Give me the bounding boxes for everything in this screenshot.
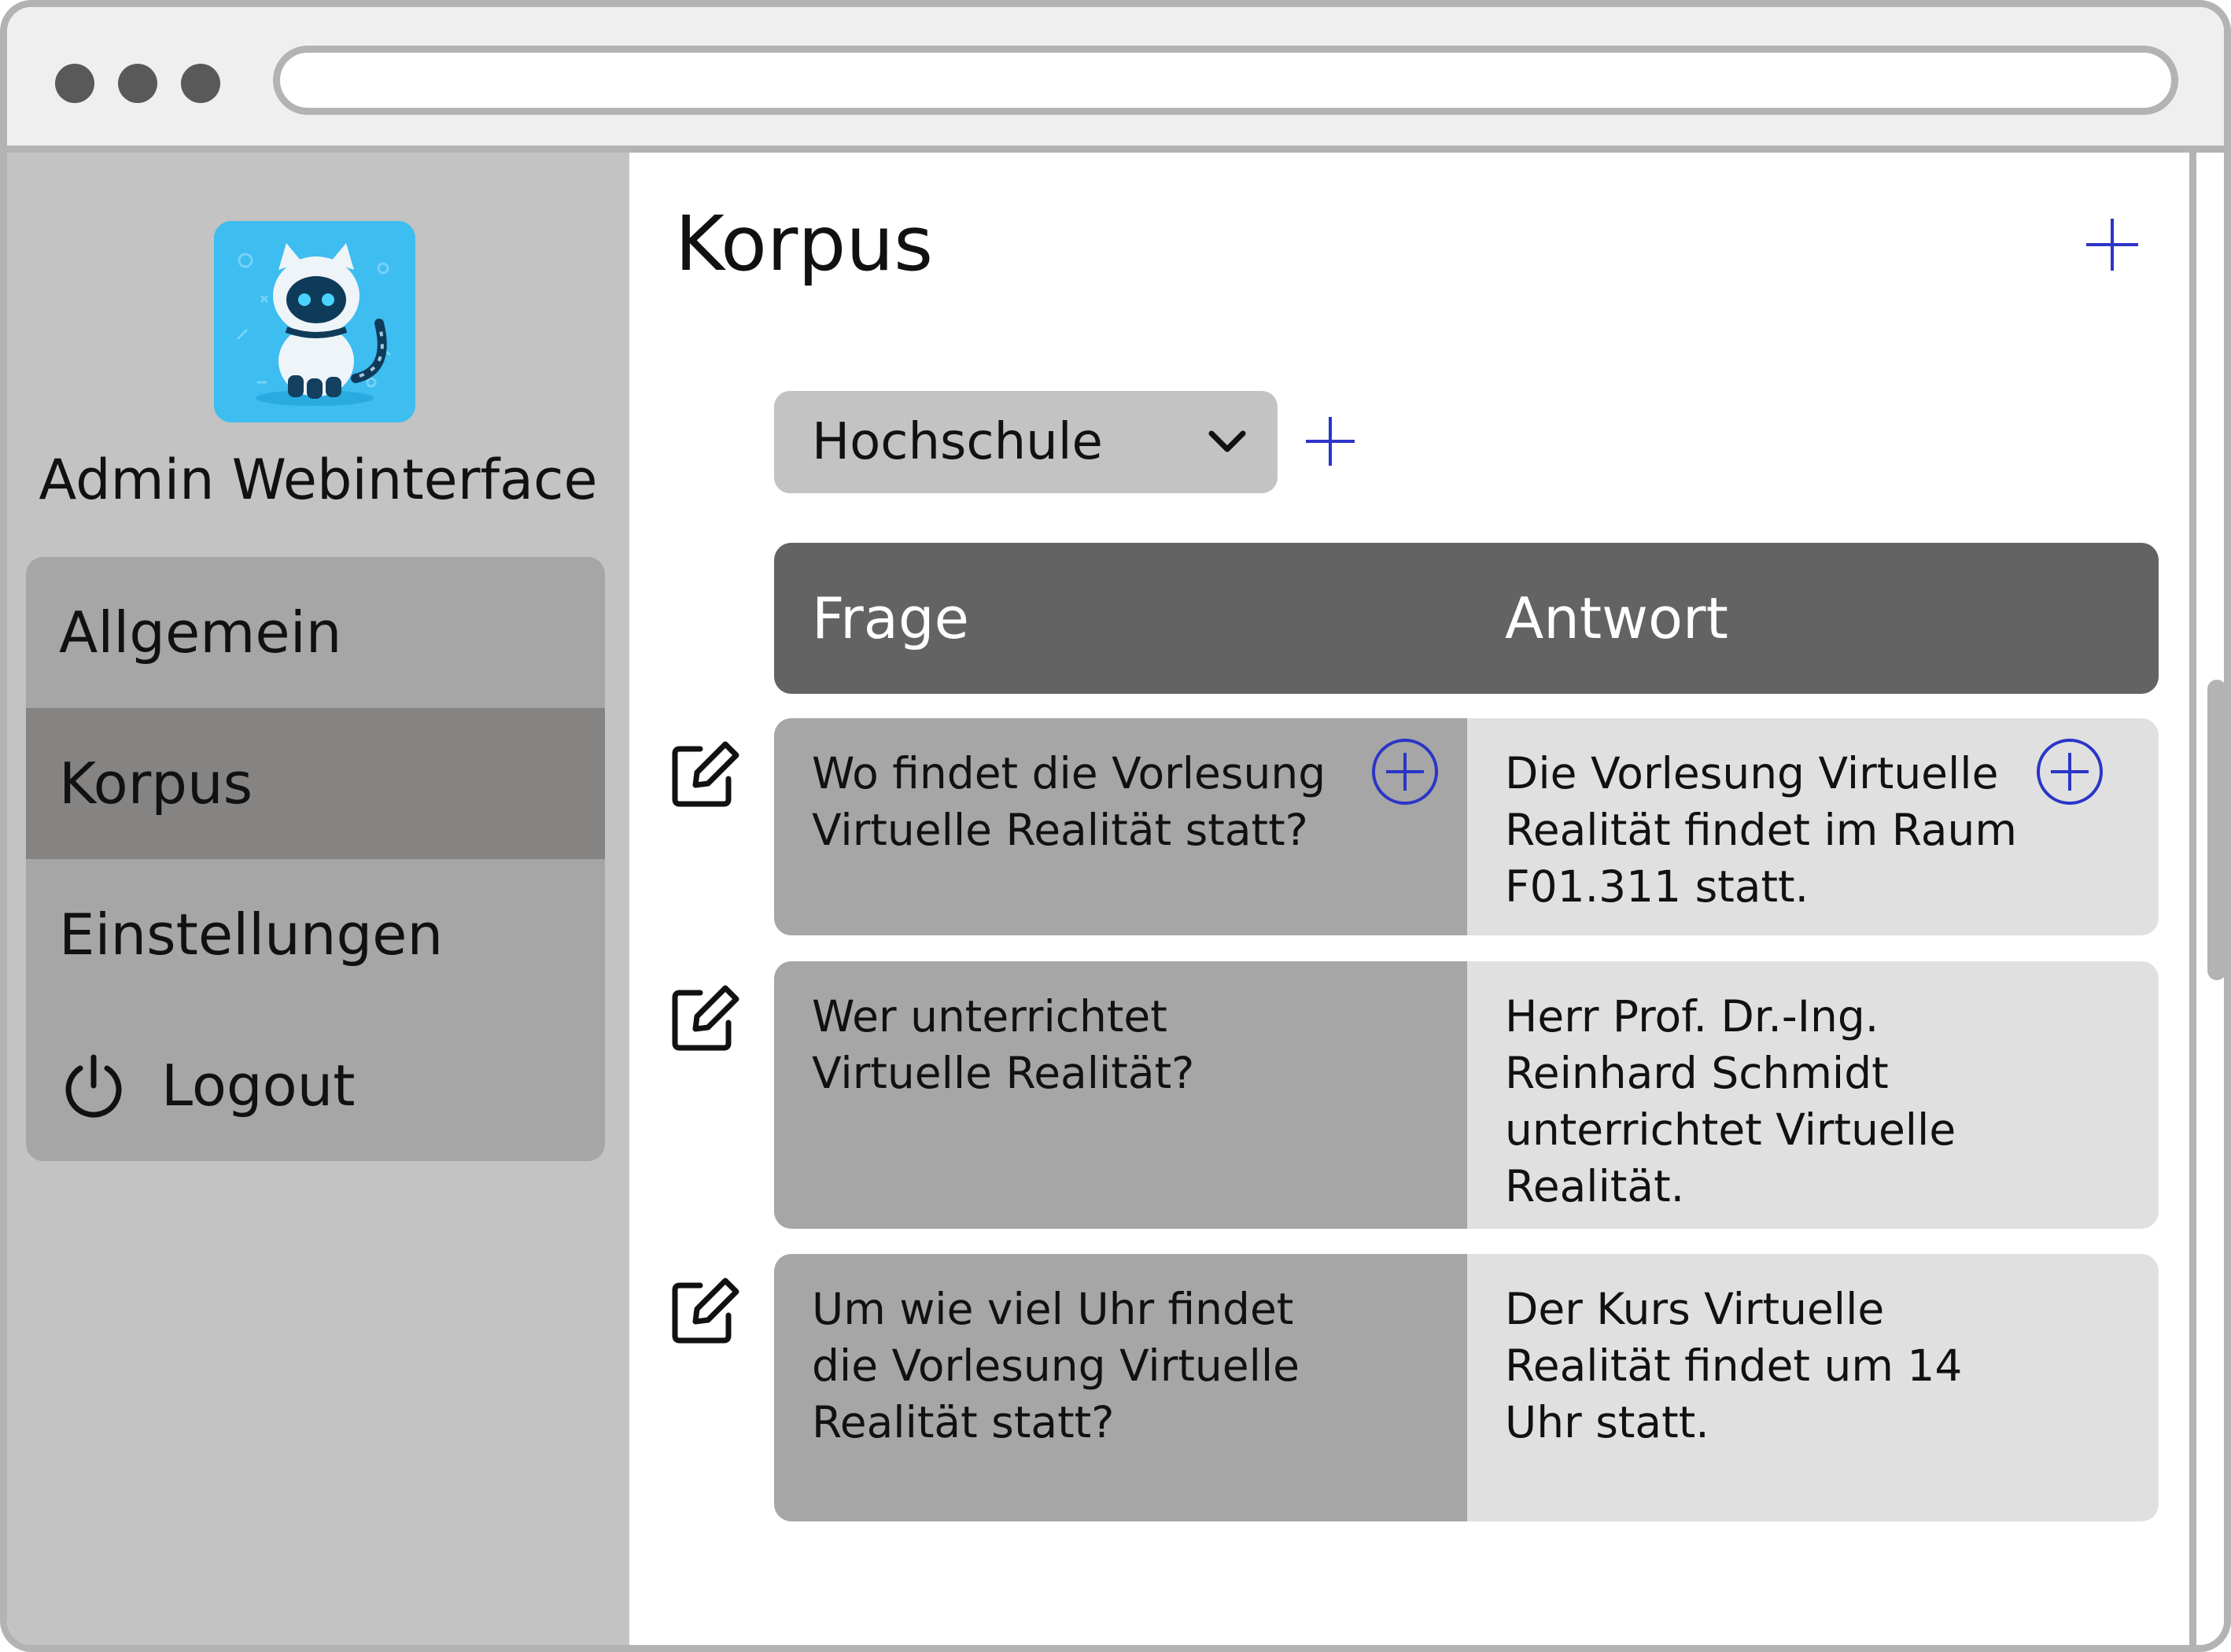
answer-cell[interactable]: Der Kurs Virtuelle Realität findet um 14… (1467, 1254, 2159, 1521)
sidebar-item-allgemein[interactable]: Allgemein (26, 557, 605, 708)
add-category-button[interactable] (1304, 415, 1356, 467)
vertical-scrollbar[interactable] (2189, 153, 2224, 1645)
answer-cell[interactable]: Die Vorlesung Virtuelle Realität findet … (1467, 718, 2159, 935)
category-selected-value: Hochschule (812, 413, 1103, 471)
scrollbar-thumb[interactable] (2207, 680, 2224, 980)
add-entry-button[interactable] (2085, 217, 2140, 272)
question-cell[interactable]: Um wie viel Uhr findet die Vorlesung Vir… (774, 1254, 1467, 1521)
add-answer-variant-button[interactable] (2035, 737, 2104, 806)
question-text: Wer unterrichtet Virtuelle Realität? (812, 991, 1195, 1098)
sidebar-item-label: Einstellungen (59, 902, 444, 968)
category-select[interactable]: Hochschule (774, 391, 1278, 493)
plus-icon (2086, 219, 2138, 271)
browser-window: Admin Webinterface Allgemein Korpus Eins… (0, 0, 2231, 1652)
sidebar-item-label: Logout (161, 1053, 356, 1119)
circle-plus-icon (2037, 739, 2103, 805)
answer-text: Der Kurs Virtuelle Realität findet um 14… (1505, 1284, 1963, 1447)
sidebar: Admin Webinterface Allgemein Korpus Eins… (7, 153, 629, 1645)
answer-cell[interactable]: Herr Prof. Dr.-Ing. Reinhard Schmidt unt… (1467, 961, 2159, 1229)
window-maximize-dot[interactable] (181, 64, 220, 103)
answer-text: Herr Prof. Dr.-Ing. Reinhard Schmidt unt… (1505, 991, 1956, 1211)
sidebar-item-label: Allgemein (59, 599, 342, 666)
edit-icon[interactable] (669, 980, 741, 1053)
sidebar-item-logout[interactable]: Logout (26, 1010, 605, 1161)
main-content: Korpus Hochschule Frage Antwort Wo finde… (629, 153, 2224, 1645)
sidebar-item-korpus[interactable]: Korpus (26, 708, 605, 859)
question-cell[interactable]: Wo findet die Vorlesung Virtuelle Realit… (774, 718, 1467, 935)
question-cell[interactable]: Wer unterrichtet Virtuelle Realität? (774, 961, 1467, 1229)
window-minimize-dot[interactable] (118, 64, 157, 103)
question-text: Um wie viel Uhr findet die Vorlesung Vir… (812, 1284, 1300, 1447)
robot-cat-logo-icon (214, 221, 415, 422)
column-header-frage: Frage (812, 585, 969, 651)
table-row: Wer unterrichtet Virtuelle Realität? Her… (774, 961, 2159, 1229)
circle-plus-icon (1372, 739, 1438, 805)
answer-text: Die Vorlesung Virtuelle Realität findet … (1505, 748, 2017, 912)
sidebar-item-einstellungen[interactable]: Einstellungen (26, 859, 605, 1010)
window-close-dot[interactable] (55, 64, 94, 103)
question-text: Wo findet die Vorlesung Virtuelle Realit… (812, 748, 1326, 855)
sidebar-item-label: Korpus (59, 750, 253, 817)
power-icon (59, 1051, 128, 1120)
chevron-down-icon (1207, 426, 1248, 457)
column-header-antwort: Antwort (1505, 585, 1728, 651)
browser-titlebar (7, 7, 2224, 153)
app-title: Admin Webinterface (39, 448, 598, 512)
address-bar[interactable] (273, 46, 2178, 115)
edit-icon[interactable] (669, 1273, 741, 1345)
table-row: Um wie viel Uhr findet die Vorlesung Vir… (774, 1254, 2159, 1521)
table-row: Wo findet die Vorlesung Virtuelle Realit… (774, 718, 2159, 935)
table-header: Frage Antwort (774, 543, 2159, 694)
edit-icon[interactable] (669, 736, 741, 809)
sidebar-menu: Allgemein Korpus Einstellungen Logout (26, 557, 605, 1161)
plus-icon (1306, 417, 1355, 466)
page-title: Korpus (675, 200, 934, 288)
add-question-variant-button[interactable] (1370, 737, 1440, 806)
